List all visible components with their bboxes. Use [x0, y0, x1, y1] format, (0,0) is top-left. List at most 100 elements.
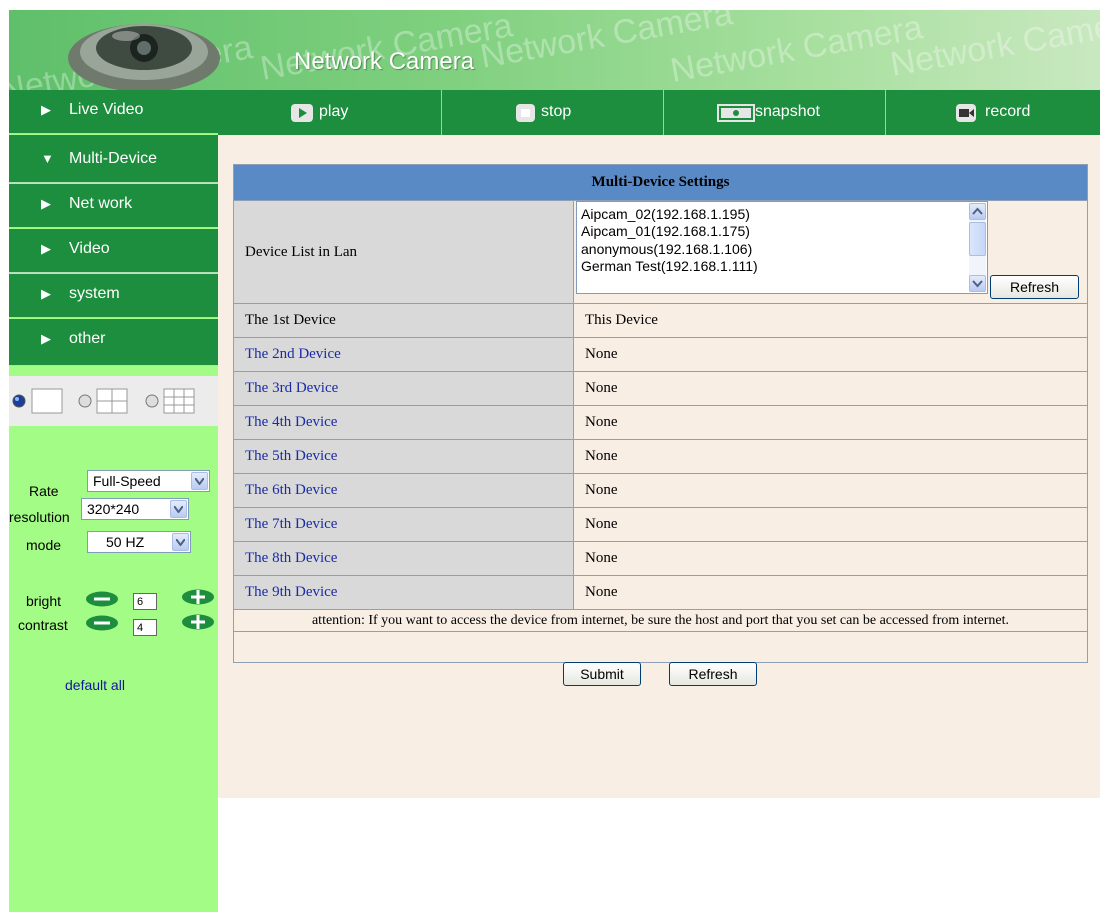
- sidebar-item-other[interactable]: ▶ other: [9, 319, 218, 366]
- device-9-link[interactable]: The 9th Device: [245, 584, 337, 600]
- sidebar-item-network[interactable]: ▶ Net work: [9, 184, 218, 228]
- playback-toolbar: play stop snapshot record: [218, 90, 1100, 135]
- triangle-right-icon: ▶: [41, 102, 51, 117]
- layout-radio-nine[interactable]: [145, 394, 159, 408]
- table-row: The 6th Device None: [233, 473, 1088, 508]
- sidebar-item-live-video[interactable]: ▶ Live Video: [9, 90, 218, 134]
- contrast-decrease-button[interactable]: [85, 615, 119, 631]
- sidebar-item-multi-device[interactable]: ▼ Multi-Device: [9, 135, 218, 183]
- sidebar-item-label: other: [69, 330, 106, 347]
- resolution-select[interactable]: 320*240: [81, 498, 189, 520]
- submit-button[interactable]: Submit: [563, 662, 641, 686]
- device-3-value: None: [573, 371, 1088, 406]
- table-row: The 8th Device None: [233, 541, 1088, 576]
- camera-icon: [717, 104, 755, 122]
- single-view-icon: [31, 388, 63, 414]
- stop-button[interactable]: stop: [441, 90, 663, 135]
- list-item[interactable]: Aipcam_02(192.168.1.195): [581, 206, 750, 223]
- table-row: The 5th Device None: [233, 439, 1088, 474]
- list-item[interactable]: German Test(192.168.1.111): [581, 258, 758, 275]
- table-row: The 2nd Device None: [233, 337, 1088, 372]
- device-2-link[interactable]: The 2nd Device: [245, 346, 341, 362]
- mode-select[interactable]: 50 HZ: [87, 531, 191, 553]
- device-4-value: None: [573, 405, 1088, 440]
- quad-view-icon: [96, 388, 128, 414]
- triangle-down-icon: ▼: [41, 151, 54, 166]
- device-8-link[interactable]: The 8th Device: [245, 550, 337, 566]
- rate-select[interactable]: Full-Speed: [87, 470, 210, 492]
- video-camera-icon: [956, 104, 976, 122]
- chevron-down-icon: [172, 533, 189, 551]
- device-7-value: None: [573, 507, 1088, 542]
- header-banner: Network Camera Network Camera Network Ca…: [9, 10, 1100, 90]
- layout-radio-single[interactable]: [12, 394, 26, 408]
- device-2-value: None: [573, 337, 1088, 372]
- triangle-right-icon: ▶: [41, 241, 51, 256]
- nine-view-icon: [163, 388, 195, 414]
- main-content: Multi-Device Settings Device List in Lan…: [218, 135, 1100, 798]
- device-9-value: None: [573, 575, 1088, 610]
- device-6-link[interactable]: The 6th Device: [245, 482, 337, 498]
- device-list-refresh-button[interactable]: Refresh: [990, 275, 1079, 299]
- device-5-link[interactable]: The 5th Device: [245, 448, 337, 464]
- scroll-up-icon[interactable]: [969, 203, 986, 220]
- app-title: Network Camera: [294, 48, 475, 75]
- layout-radio-quad[interactable]: [78, 394, 92, 408]
- device-5-value: None: [573, 439, 1088, 474]
- bright-label: bright: [26, 593, 62, 609]
- mode-label: mode: [26, 537, 62, 553]
- sidebar-item-label: Net work: [69, 195, 133, 212]
- sidebar-item-label: Multi-Device: [69, 150, 158, 167]
- attention-note: attention: If you want to access the dev…: [233, 609, 1088, 632]
- snapshot-button[interactable]: snapshot: [663, 90, 885, 135]
- settings-title: Multi-Device Settings: [233, 164, 1088, 201]
- table-row: The 4th Device None: [233, 405, 1088, 440]
- resolution-label: resolution: [9, 509, 70, 525]
- sidebar-item-label: Live Video: [69, 101, 144, 118]
- contrast-label: contrast: [18, 617, 68, 633]
- triangle-right-icon: ▶: [41, 196, 51, 211]
- record-button[interactable]: record: [885, 90, 1100, 135]
- view-layout-selector: [9, 376, 218, 426]
- stop-icon: [516, 104, 535, 122]
- sidebar-item-system[interactable]: ▶ system: [9, 274, 218, 318]
- scroll-down-icon[interactable]: [969, 275, 986, 292]
- table-row: The 1st Device This Device: [233, 303, 1088, 338]
- scroll-thumb[interactable]: [969, 222, 986, 256]
- sidebar-item-label: system: [69, 285, 120, 302]
- bright-decrease-button[interactable]: [85, 591, 119, 607]
- device-8-value: None: [573, 541, 1088, 576]
- device-1-label: The 1st Device: [233, 303, 574, 338]
- list-item[interactable]: Aipcam_01(192.168.1.175): [581, 223, 750, 240]
- rate-label: Rate: [29, 483, 59, 499]
- sidebar: ▶ Live Video ▼ Multi-Device ▶ Net work ▶…: [9, 90, 218, 912]
- device-7-link[interactable]: The 7th Device: [245, 516, 337, 532]
- bright-increase-button[interactable]: [181, 589, 215, 605]
- dome-camera-icon: [68, 24, 220, 90]
- device-3-link[interactable]: The 3rd Device: [245, 380, 338, 396]
- device-1-value: This Device: [573, 303, 1088, 338]
- chevron-down-icon: [191, 472, 208, 490]
- device-list-scrollbar[interactable]: [969, 203, 986, 292]
- table-row: The 7th Device None: [233, 507, 1088, 542]
- sidebar-item-video[interactable]: ▶ Video: [9, 229, 218, 273]
- default-all-link[interactable]: default all: [65, 677, 125, 693]
- play-button[interactable]: play: [218, 90, 441, 135]
- contrast-value[interactable]: 4: [133, 619, 157, 636]
- sidebar-item-label: Video: [69, 240, 110, 257]
- device-4-link[interactable]: The 4th Device: [245, 414, 337, 430]
- bright-value[interactable]: 6: [133, 593, 157, 610]
- triangle-right-icon: ▶: [41, 331, 51, 346]
- chevron-down-icon: [170, 500, 187, 518]
- table-row: The 9th Device None: [233, 575, 1088, 610]
- table-row: The 3rd Device None: [233, 371, 1088, 406]
- triangle-right-icon: ▶: [41, 286, 51, 301]
- form-actions: [233, 631, 1088, 663]
- refresh-button[interactable]: Refresh: [669, 662, 757, 686]
- device-list-label: Device List in Lan: [233, 200, 574, 304]
- contrast-increase-button[interactable]: [181, 614, 215, 630]
- play-icon: [291, 104, 313, 122]
- list-item[interactable]: anonymous(192.168.1.106): [581, 241, 752, 258]
- device-list-box[interactable]: Aipcam_02(192.168.1.195) Aipcam_01(192.1…: [576, 201, 988, 294]
- device-6-value: None: [573, 473, 1088, 508]
